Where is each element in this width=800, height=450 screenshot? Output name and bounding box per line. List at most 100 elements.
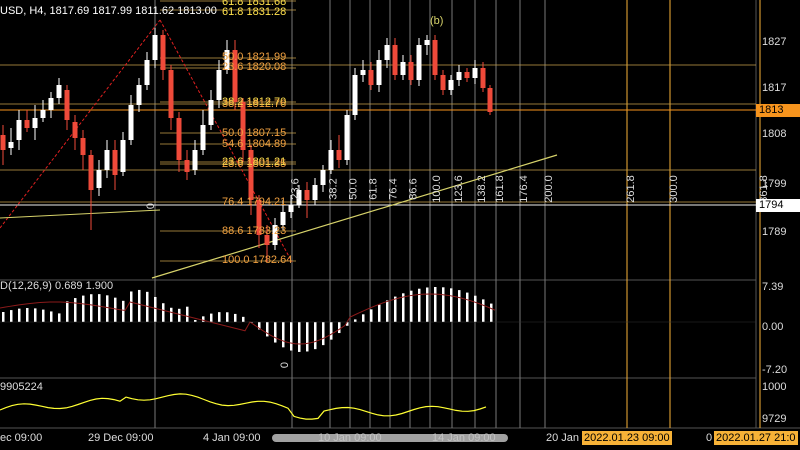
price-axis-tick: 1817 — [762, 82, 787, 94]
macd-bar — [418, 288, 421, 322]
candle-body — [487, 88, 493, 112]
time-fib-label: 86.6 — [407, 178, 420, 200]
time-label-0: ec 09:00 — [0, 432, 43, 444]
macd-bar — [202, 316, 205, 322]
candle-body — [104, 150, 110, 170]
macd-bar — [474, 295, 477, 322]
macd-bar — [186, 306, 189, 322]
macd-bar — [274, 322, 277, 343]
fib-level-label: 38.2 1812.76 — [222, 98, 287, 110]
time-fib-label: 300.0 — [667, 175, 680, 203]
price-chart-canvas[interactable] — [0, 0, 800, 450]
candle-body — [328, 150, 334, 170]
candle-body — [312, 185, 318, 200]
candle-body — [344, 115, 350, 160]
price-axis-tick: 1789 — [762, 226, 787, 238]
candle-body — [304, 190, 310, 200]
candle-body — [392, 45, 398, 75]
macd-bar — [354, 319, 357, 322]
macd-bar — [226, 312, 229, 322]
candle-body — [8, 142, 14, 148]
trendline-lower — [0, 209, 161, 219]
macd-bar — [450, 288, 453, 322]
time-fib-label: 50.0 — [347, 178, 360, 200]
candle-body — [472, 68, 478, 78]
fib-level-label: 76.4 1794.21 — [222, 196, 287, 208]
fib-level-label: 100.0 1782.64 — [222, 254, 293, 266]
candle-body — [64, 90, 70, 120]
macd-bar — [322, 322, 325, 346]
wave-label: (b) — [430, 15, 444, 27]
macd-axis-zero: 0.00 — [762, 321, 784, 333]
current-price-tag: 1813 — [756, 104, 800, 117]
candle-body — [0, 135, 6, 150]
candle-body — [184, 160, 190, 172]
macd-label: D(12,26,9) 0.689 1.900 — [0, 280, 114, 292]
candle-body — [152, 35, 158, 60]
fib-level-label: 88.6 1783.23 — [222, 225, 287, 237]
candle-body — [456, 72, 462, 80]
candle-body — [216, 70, 222, 100]
candle-body — [280, 212, 286, 225]
candle-body — [320, 170, 326, 185]
horizontal-scrollbar[interactable] — [272, 434, 508, 442]
candle-body — [408, 62, 414, 80]
time-highlight-1: 2022.01.23 09:00 — [582, 431, 672, 445]
time-label-2: 4 Jan 09:00 — [203, 432, 261, 444]
time-label-extra: 0 — [706, 432, 713, 444]
macd-bar — [2, 312, 5, 322]
candle-body — [480, 68, 486, 88]
macd-bar — [154, 296, 157, 322]
fib-level-label: 54.6 1804.89 — [222, 138, 287, 150]
macd-bar — [90, 294, 93, 322]
candle-body — [200, 125, 206, 150]
price-axis-tick: 1808 — [762, 128, 787, 140]
candle-body — [416, 45, 422, 80]
indicator-axis-top: 1000 — [762, 381, 787, 393]
macd-bar — [58, 313, 61, 322]
macd-bar — [218, 312, 221, 322]
time-fib-label: 138.2 — [475, 175, 488, 203]
candle-body — [16, 120, 22, 140]
hline-price-tag: 1794 — [756, 199, 800, 212]
candle-body — [88, 155, 94, 190]
candle-body — [192, 150, 198, 170]
candle-body — [72, 122, 78, 138]
macd-bar — [178, 308, 181, 322]
candle-body — [128, 105, 134, 140]
candle-body — [288, 205, 294, 212]
macd-bar — [26, 308, 29, 322]
candle-body — [440, 75, 446, 90]
macd-bar — [426, 287, 429, 322]
candle-body — [112, 150, 118, 175]
macd-bar — [10, 310, 13, 322]
macd-bar — [114, 297, 117, 322]
macd-bar — [170, 307, 173, 322]
candle-body — [80, 138, 86, 155]
candle-body — [464, 72, 470, 78]
time-fib-label: 23.6 — [289, 178, 302, 200]
macd-bar — [66, 301, 69, 322]
candle-body — [160, 35, 166, 70]
macd-bar — [458, 290, 461, 322]
macd-bar — [74, 298, 77, 322]
candle-body — [40, 110, 46, 118]
time-fib-label: 0 — [145, 202, 158, 210]
time-label-1: 29 Dec 09:00 — [88, 432, 154, 444]
candle-body — [32, 118, 38, 128]
macd-bar — [314, 322, 317, 350]
time-fib-label: 176.4 — [517, 175, 530, 203]
candle-body — [96, 170, 102, 188]
candle-body — [120, 140, 126, 172]
candle-body — [448, 80, 454, 90]
symbol-info: USD, H4, 1817.69 1817.99 1811.62 1813.00 — [0, 5, 217, 17]
indicator-line — [0, 393, 487, 420]
candle-body — [360, 70, 366, 75]
candle-body — [424, 40, 430, 45]
macd-bar — [282, 322, 285, 348]
candle-body — [336, 150, 342, 160]
time-fib-label: 123.6 — [452, 175, 465, 203]
price-axis-tick: 1827 — [762, 36, 787, 48]
macd-bar — [42, 309, 45, 322]
macd-axis-bottom: -7.20 — [762, 364, 788, 376]
